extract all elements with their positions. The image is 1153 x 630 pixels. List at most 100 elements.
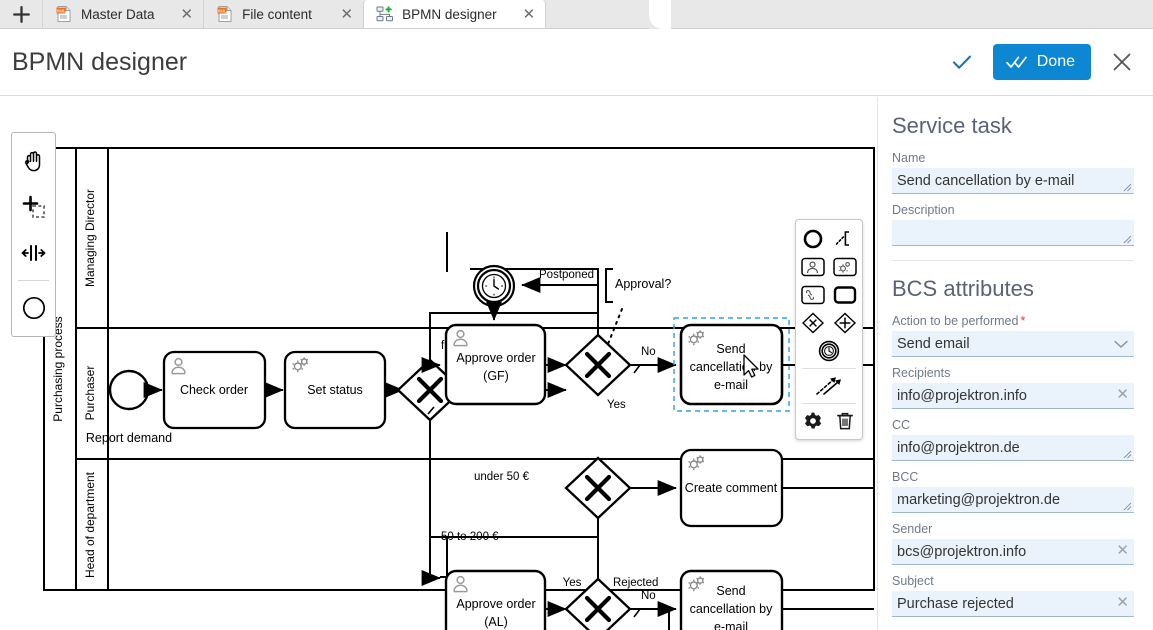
task-approve-order-gf-label-2: (GF) [483,369,509,383]
context-append-user-task[interactable] [798,253,828,281]
xml-file-icon: XML [55,5,73,23]
field-recipients: Recipients ✕ [892,366,1134,409]
panel-divider [892,260,1134,261]
field-description-label: Description [892,203,955,217]
action-select[interactable] [892,331,1134,357]
name-input[interactable] [892,168,1134,194]
text-annotation-approval-top: Approval? [605,268,671,345]
start-event-label: Report demand [86,431,172,445]
bpmn-context-pad [795,219,863,440]
browser-tab-bar: XML Master Data ✕ XML File content ✕ BPM… [0,0,1153,29]
bcc-input[interactable] [892,487,1134,513]
context-settings[interactable] [798,407,828,435]
parallel-gateway-icon [833,312,857,334]
properties-panel: Service task Name Description BCS attrib… [877,97,1153,630]
task-approve-order-gf-label-1: Approve order [456,351,535,365]
plus-icon [12,5,30,23]
clear-recipients-icon[interactable]: ✕ [1116,387,1129,402]
bpmn-canvas[interactable]: Purchasing process Managing Director Pur… [0,97,877,630]
lasso-select-icon [22,195,45,218]
context-pad-row [798,253,860,281]
apply-button[interactable] [945,45,979,79]
cc-input[interactable] [892,435,1134,461]
field-name: Name [892,151,1134,194]
bcs-attributes-title: BCS attributes [892,276,1034,301]
tab-label: File content [242,6,312,22]
task-set-status-label: Set status [307,383,363,397]
flow-label-no-top: No [641,346,656,358]
close-icon [1113,53,1131,71]
context-append-text-annotation[interactable] [830,225,860,253]
clear-subject-icon[interactable]: ✕ [1116,595,1129,610]
field-description: Description [892,203,1134,246]
svg-text:XML: XML [56,8,66,13]
task-send-cancellation-top-label-2: cancellation by [690,360,773,374]
tab-close-icon[interactable]: ✕ [497,7,536,22]
context-append-parallel-gateway[interactable] [830,309,860,337]
clear-sender-icon[interactable]: ✕ [1116,543,1129,558]
field-cc: CC [892,418,1134,461]
context-append-end-event[interactable] [798,225,828,253]
new-tab-button[interactable] [0,0,42,28]
lane-label-purchaser: Purchaser [83,366,97,421]
palette-create-start-event[interactable] [14,286,54,330]
context-connect-tool[interactable] [814,372,844,400]
user-task-icon [801,257,825,277]
chevron-down-icon[interactable] [1113,337,1129,351]
end-event-icon [803,229,823,249]
tab-close-icon[interactable]: ✕ [315,7,354,22]
lane-label-managing-director: Managing Director [83,189,97,287]
tab-file-content[interactable]: XML File content ✕ [203,0,364,28]
done-button[interactable]: Done [992,44,1091,80]
field-subject-label: Subject [892,574,934,588]
context-pad-row [814,337,844,365]
palette-hand-tool[interactable] [14,139,54,183]
recipients-input[interactable] [892,383,1134,409]
context-pad-row [814,372,844,400]
task-send-cancellation-bottom-label-1: Send [716,584,745,598]
sender-input[interactable] [892,539,1134,565]
palette-separator [18,280,49,281]
check-icon [952,55,971,69]
context-append-service-task[interactable] [830,253,860,281]
field-sender: Sender ✕ [892,522,1134,565]
service-task-icon [833,257,857,277]
gateway-approval-top [564,333,632,397]
flow-label-under-50: under 50 € [474,471,530,483]
context-append-script-task[interactable] [798,281,828,309]
description-input[interactable] [892,220,1134,246]
context-append-timer-event[interactable] [814,337,844,365]
task-send-cancellation-top-label-3: e-mail [714,378,748,392]
context-append-exclusive-gateway[interactable] [798,309,828,337]
exclusive-gateway-icon [801,312,825,334]
bpmn-tree-icon [376,5,394,23]
context-append-task[interactable] [830,281,860,309]
flow-label-rejected-bottom: Rejected [613,577,658,589]
text-annotation-icon [835,231,849,246]
tab-master-data[interactable]: XML Master Data ✕ [42,0,204,28]
task-check-order-label: Check order [180,383,248,397]
tab-label: Master Data [81,6,155,22]
timer-event-top [472,264,516,321]
context-delete[interactable] [830,407,860,435]
tab-close-icon[interactable]: ✕ [155,7,194,22]
bpmn-palette [11,132,56,337]
close-editor-button[interactable] [1105,45,1139,79]
field-bcc: BCC [892,470,1134,513]
context-pad-row [798,281,860,309]
context-pad-row [798,225,860,253]
required-marker: * [1020,314,1026,328]
lane-head-of-department-content: Approve order (AL) Approval? Yes Rejecte… [421,536,874,630]
flow-label-postponed: Postponed [539,269,594,281]
tab-bar-empty-space [546,0,1153,28]
page-header: BPMN designer Done [0,29,1153,96]
palette-space-tool[interactable] [14,231,54,275]
connect-arrow-icon [816,377,841,395]
properties-section-title: Service task [892,113,1012,138]
subject-input[interactable] [892,591,1134,617]
flow-label-yes-bottom: Yes [563,577,582,589]
task-send-cancellation-top-label-1: Send [716,342,745,356]
done-label: Done [1036,53,1075,70]
tab-bpmn-designer[interactable]: BPMN designer ✕ [363,0,547,28]
palette-lasso-tool[interactable] [14,185,54,229]
